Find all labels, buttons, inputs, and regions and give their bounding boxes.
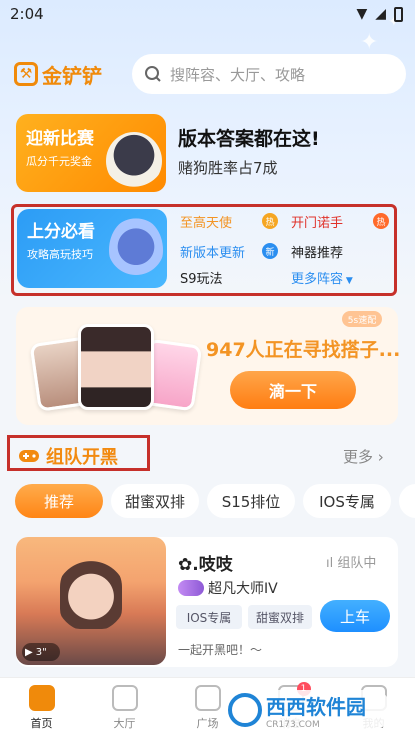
gamepad-icon <box>19 450 39 462</box>
guide-link-s9[interactable]: S9玩法 <box>180 268 223 287</box>
tab-sweet-duo[interactable]: 甜蜜双排 <box>111 484 199 518</box>
section-title: 组队开黑 <box>18 443 118 469</box>
promo-headline[interactable]: 版本答案都在这! <box>178 124 320 151</box>
new-badge-icon: 新 <box>262 243 278 259</box>
team-tag: 甜蜜双排 <box>248 605 312 629</box>
team-status: ıl 组队中 <box>326 556 377 571</box>
signal-icon: ◢ <box>375 6 386 22</box>
promo-subheadline: 赌狗胜率占7成 <box>178 159 278 177</box>
team-tag: IOS专属 <box>176 605 242 629</box>
search-input[interactable]: 搜阵容、大厅、攻略 <box>132 54 406 94</box>
join-team-button[interactable]: 上车 <box>320 600 390 632</box>
more-link[interactable]: 更多 › <box>343 446 384 467</box>
status-time: 2:04 <box>10 5 44 23</box>
voice-message[interactable]: ▶ 3" <box>22 643 60 661</box>
match-button[interactable]: 滴一下 <box>230 371 356 409</box>
guide-link-update[interactable]: 新版本更新 <box>180 242 245 261</box>
search-placeholder: 搜阵容、大厅、攻略 <box>170 65 306 84</box>
battery-icon <box>394 6 403 22</box>
chevron-down-icon: ▼ <box>343 276 353 286</box>
guide-link-noxus[interactable]: 开门诺手 <box>291 212 343 231</box>
status-bar: 2:04 ▼ ◢ <box>0 0 415 28</box>
section-title-text: 组队开黑 <box>46 447 118 468</box>
tab-s1[interactable]: S1 <box>399 484 415 518</box>
tab-recommend[interactable]: 推荐 <box>15 484 103 518</box>
team-message: 一起开黑吧！～ <box>178 643 263 657</box>
app-header: ⚒ 金铲铲 搜阵容、大厅、攻略 <box>14 52 406 96</box>
logo-text: 金铲铲 <box>42 63 102 88</box>
shovel-logo-icon: ⚒ <box>14 62 38 86</box>
guide-link-artifact[interactable]: 神器推荐 <box>291 242 343 261</box>
knight-mascot-icon <box>109 217 163 283</box>
team-rank: 超凡大师IV <box>178 578 278 598</box>
tab-ios-only[interactable]: IOS专属 <box>303 484 391 518</box>
quick-match-tag: 5s速配 <box>342 311 382 327</box>
lobby-icon <box>111 685 138 711</box>
signal-bars-icon: ıl <box>326 556 338 571</box>
play-icon: ▶ <box>25 646 33 658</box>
rank-badge-icon <box>178 580 204 596</box>
search-icon <box>145 66 161 82</box>
hot-badge-icon: 热 <box>373 213 389 229</box>
promo-card-guide[interactable]: 上分必看 攻略高玩技巧 <box>17 209 167 288</box>
promo-card-match[interactable]: 迎新比赛 瓜分千元奖金 <box>16 114 166 192</box>
finder-headline: 947人正在寻找搭子... <box>206 339 401 361</box>
guide-link-angel[interactable]: 至高天使 <box>180 212 232 231</box>
home-icon <box>28 685 55 711</box>
square-icon <box>194 685 221 711</box>
nav-home[interactable]: 首页 <box>0 678 83 738</box>
chevron-right-icon: › <box>377 448 384 466</box>
avatar-photo-main <box>78 324 154 410</box>
watermark-logo-icon <box>228 693 262 727</box>
nav-lobby[interactable]: 大厅 <box>83 678 166 738</box>
team-user-name: ✿.吱吱 <box>178 555 233 575</box>
hot-badge-icon: 热 <box>262 213 278 229</box>
guide-link-more[interactable]: 更多阵容 ▼ <box>291 268 353 287</box>
wifi-icon: ▼ <box>356 6 368 22</box>
penguin-mascot-icon <box>106 132 162 190</box>
site-watermark: 西西软件园 CR173.COM <box>222 690 392 730</box>
app-logo[interactable]: ⚒ 金铲铲 <box>14 60 132 89</box>
tab-s15-ranked[interactable]: S15排位 <box>207 484 295 518</box>
category-tabs: 推荐 甜蜜双排 S15排位 IOS专属 S1 <box>15 484 415 520</box>
